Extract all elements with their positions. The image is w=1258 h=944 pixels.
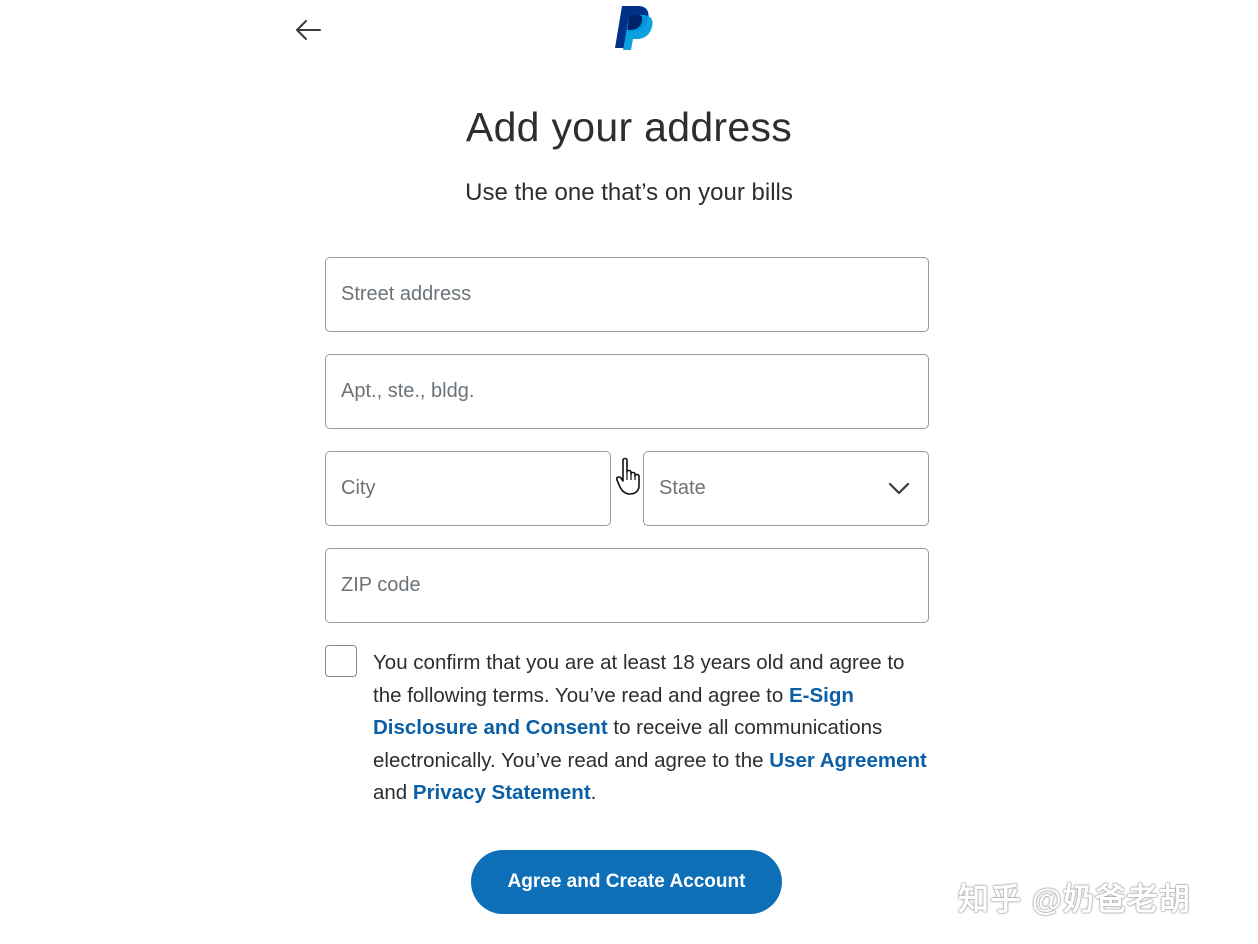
terms-checkbox[interactable] — [325, 645, 357, 677]
apt-field[interactable] — [325, 354, 929, 429]
terms-text: You confirm that you are at least 18 yea… — [373, 647, 933, 810]
user-agreement-link[interactable]: User Agreement — [769, 749, 927, 772]
back-button[interactable] — [290, 12, 326, 48]
state-select[interactable]: State — [643, 451, 929, 526]
hand-pointer-icon — [616, 457, 640, 495]
city-input[interactable] — [341, 452, 610, 525]
apt-input[interactable] — [341, 355, 928, 428]
address-page: Add your address Use the one that’s on y… — [0, 0, 1258, 944]
terms-text-part-4: . — [590, 781, 597, 804]
agree-and-create-account-button[interactable]: Agree and Create Account — [471, 850, 782, 914]
zip-code-input[interactable] — [341, 549, 928, 622]
street-address-input[interactable] — [341, 258, 928, 331]
page-title: Add your address — [465, 104, 793, 150]
arrow-left-icon — [296, 20, 321, 40]
terms-text-part-3: and — [373, 781, 413, 804]
chevron-down-icon — [888, 482, 910, 494]
city-field[interactable] — [325, 451, 611, 526]
paypal-logo-icon — [615, 6, 653, 50]
street-address-field[interactable] — [325, 257, 929, 332]
state-select-value: State — [659, 477, 706, 499]
page-subtitle: Use the one that’s on your bills — [465, 179, 793, 206]
zip-code-field[interactable] — [325, 548, 929, 623]
watermark: 知乎 @奶爸老胡 — [958, 882, 1191, 917]
privacy-statement-link[interactable]: Privacy Statement — [413, 781, 591, 804]
